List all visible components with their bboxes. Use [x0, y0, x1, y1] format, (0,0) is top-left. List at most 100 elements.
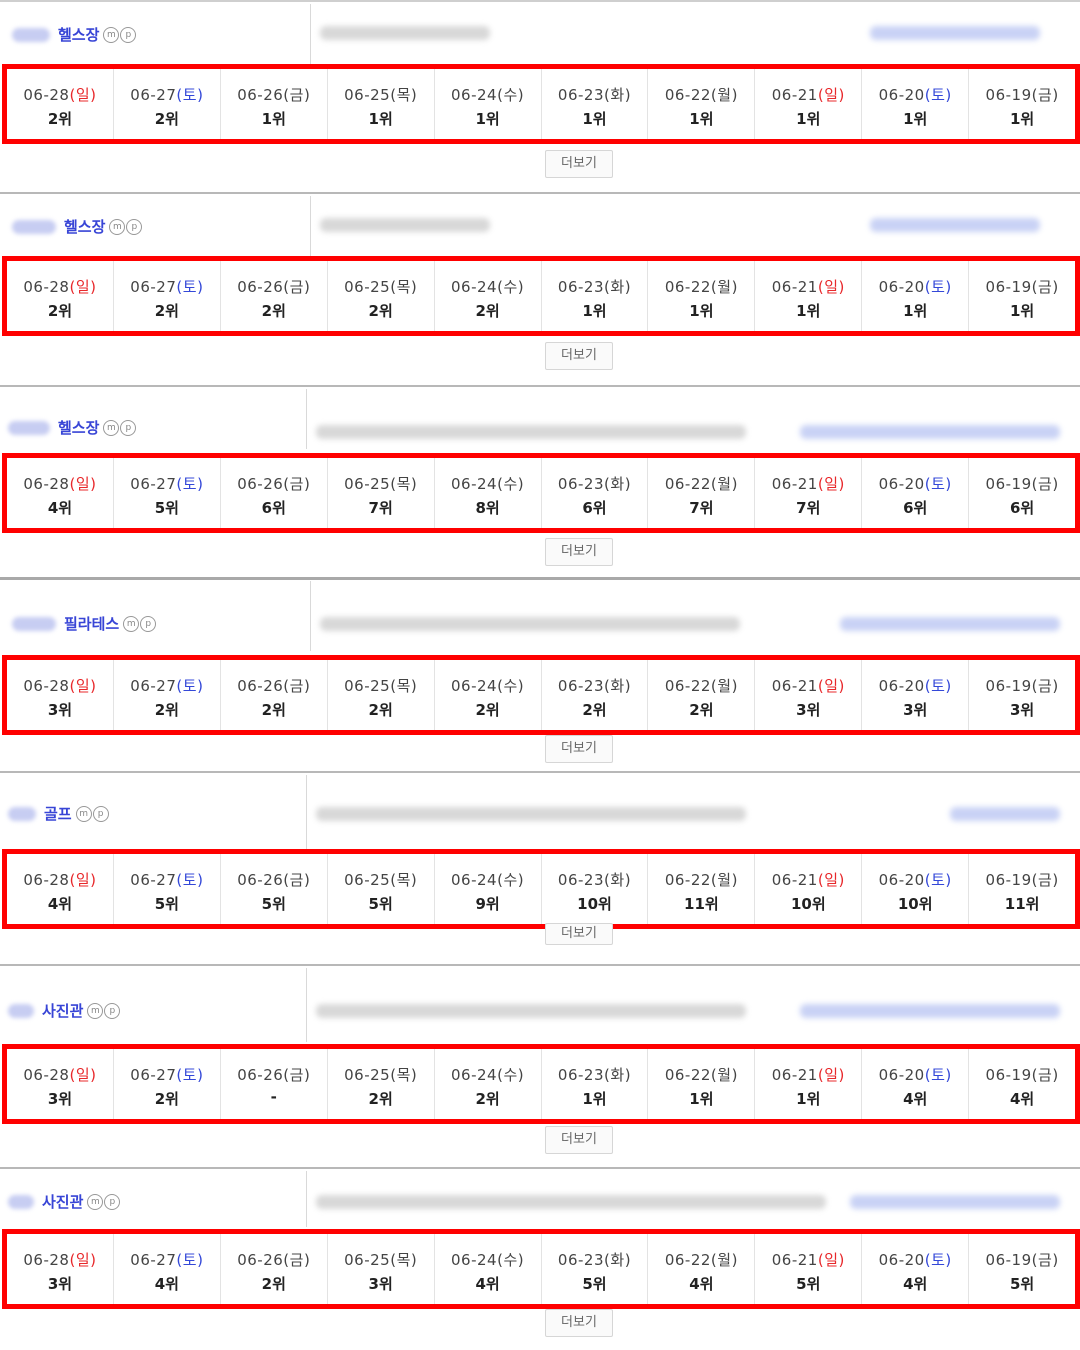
keyword-link[interactable]: 헬스장 mp [12, 24, 137, 45]
keyword-link[interactable]: 헬스장 mp [12, 216, 143, 237]
keyword-label: 헬스장 [58, 419, 100, 437]
day-cell: 06-26(금) - [221, 1049, 328, 1119]
day-cell: 06-20(토) 10위 [862, 854, 970, 924]
date-text: 06-20 [878, 1251, 925, 1269]
weekday: 화 [610, 475, 625, 493]
pc-icon[interactable]: p [104, 1002, 121, 1019]
day-cell: 06-20(토) 1위 [862, 261, 970, 331]
paren-close: ) [624, 475, 632, 493]
day-cell: 06-25(목) 1위 [328, 69, 435, 139]
day-date: 06-22(월) [648, 473, 754, 494]
redacted-place [850, 1195, 1060, 1209]
day-date: 06-27(토) [114, 1064, 220, 1085]
paren-close: ) [945, 1251, 952, 1269]
pc-icon[interactable]: p [120, 419, 137, 436]
block-header: 헬스장 mp [0, 196, 1080, 256]
mobile-icon[interactable]: m [109, 218, 126, 235]
day-cell: 06-28(일) 4위 [7, 458, 114, 528]
paren-close: ) [517, 475, 525, 493]
paren-close: ) [197, 86, 204, 104]
pc-icon[interactable]: p [120, 26, 137, 43]
day-date: 06-19(금) [969, 1064, 1075, 1085]
keyword-label: 사진관 [42, 1002, 84, 1020]
more-button[interactable]: 더보기 [545, 150, 613, 178]
weekday: 토 [182, 677, 198, 695]
rank-value: 9위 [475, 895, 500, 913]
rank-value: 2위 [368, 302, 393, 320]
redacted-store-name [8, 1194, 34, 1209]
mobile-icon[interactable]: m [103, 419, 120, 436]
rank-block: 사진관 mp 06-28(일) 3위 06-27(토) 4위 06-26(금) 2위 06-… [0, 1167, 1080, 1350]
day-cell: 06-27(토) 2위 [114, 1049, 221, 1119]
day-cell: 06-19(금) 1위 [969, 261, 1075, 331]
rank-value: 1위 [582, 1090, 607, 1108]
paren-close: ) [1052, 1251, 1059, 1269]
date-text: 06-25 [344, 475, 391, 493]
rank-value: 6위 [903, 499, 928, 517]
day-cell: 06-22(월) 2위 [648, 660, 756, 730]
mobile-icon[interactable]: m [87, 1193, 104, 1210]
rank-history: 06-28(일) 3위 06-27(토) 4위 06-26(금) 2위 06-25(목) 3위… [2, 1229, 1080, 1309]
date-text: 06-20 [878, 278, 925, 296]
more-button[interactable]: 더보기 [545, 735, 613, 763]
day-cell: 06-23(화) 1위 [542, 261, 649, 331]
paren-close: ) [1052, 86, 1059, 104]
weekday: 금 [289, 871, 304, 889]
rank-value: 4위 [903, 1275, 928, 1293]
more-button[interactable]: 더보기 [545, 1126, 613, 1154]
rank-value: 3위 [796, 701, 821, 719]
mobile-icon[interactable]: m [75, 805, 92, 822]
date-text: 06-23 [557, 278, 605, 296]
pc-icon[interactable]: p [140, 615, 157, 632]
day-cell: 06-21(일) 5위 [755, 1234, 863, 1304]
paren-close: ) [410, 677, 418, 695]
day-date: 06-25(목) [328, 1064, 434, 1085]
keyword-link[interactable]: 필라테스 mp [12, 613, 157, 634]
weekday: 토 [182, 475, 198, 493]
keyword-link[interactable]: 사진관 mp [8, 1000, 121, 1021]
more-button[interactable]: 더보기 [545, 342, 613, 370]
mobile-icon[interactable]: m [87, 1002, 104, 1019]
day-cell: 06-22(월) 1위 [648, 69, 756, 139]
date-text: 06-24 [451, 677, 498, 695]
mobile-icon[interactable]: m [123, 615, 140, 632]
mobile-icon[interactable]: m [103, 26, 120, 43]
day-cell: 06-21(일) 1위 [755, 261, 863, 331]
pc-icon[interactable]: p [104, 1193, 121, 1210]
date-text: 06-20 [878, 1066, 925, 1084]
weekday: 일 [824, 475, 839, 493]
paren-close: ) [945, 475, 952, 493]
weekday: 수 [503, 475, 518, 493]
pc-icon[interactable]: p [126, 218, 143, 235]
keyword-link[interactable]: 사진관 mp [8, 1191, 121, 1212]
paren-close: ) [624, 1251, 632, 1269]
paren-close: ) [838, 1066, 845, 1084]
day-date: 06-26(금) [221, 84, 327, 105]
paren-close: ) [303, 1251, 311, 1269]
more-button[interactable]: 더보기 [545, 1309, 613, 1337]
paren-close: ) [1052, 1066, 1059, 1084]
weekday: 수 [503, 1066, 518, 1084]
more-button[interactable]: 더보기 [545, 923, 613, 945]
day-cell: 06-19(금) 5위 [969, 1234, 1075, 1304]
day-cell: 06-21(일) 3위 [755, 660, 863, 730]
weekday: 수 [503, 871, 518, 889]
redacted-url [316, 425, 746, 439]
paren-close: ) [731, 1066, 738, 1084]
weekday: 금 [289, 1251, 304, 1269]
paren-close: ) [410, 475, 418, 493]
redacted-place [870, 218, 1040, 232]
weekday: 토 [182, 278, 198, 296]
date-text: 06-25 [344, 1251, 391, 1269]
rank-value: 10위 [790, 895, 826, 913]
day-date: 06-23(화) [542, 675, 648, 696]
weekday: 토 [931, 871, 946, 889]
weekday: 월 [717, 677, 732, 695]
keyword-link[interactable]: 골프 mp [8, 803, 109, 824]
rank-value: 1위 [796, 110, 821, 128]
more-button[interactable]: 더보기 [545, 538, 613, 566]
day-date: 06-21(일) [755, 869, 861, 890]
pc-icon[interactable]: p [92, 805, 109, 822]
day-cell: 06-24(수) 1위 [435, 69, 542, 139]
keyword-link[interactable]: 헬스장 mp [8, 417, 137, 438]
